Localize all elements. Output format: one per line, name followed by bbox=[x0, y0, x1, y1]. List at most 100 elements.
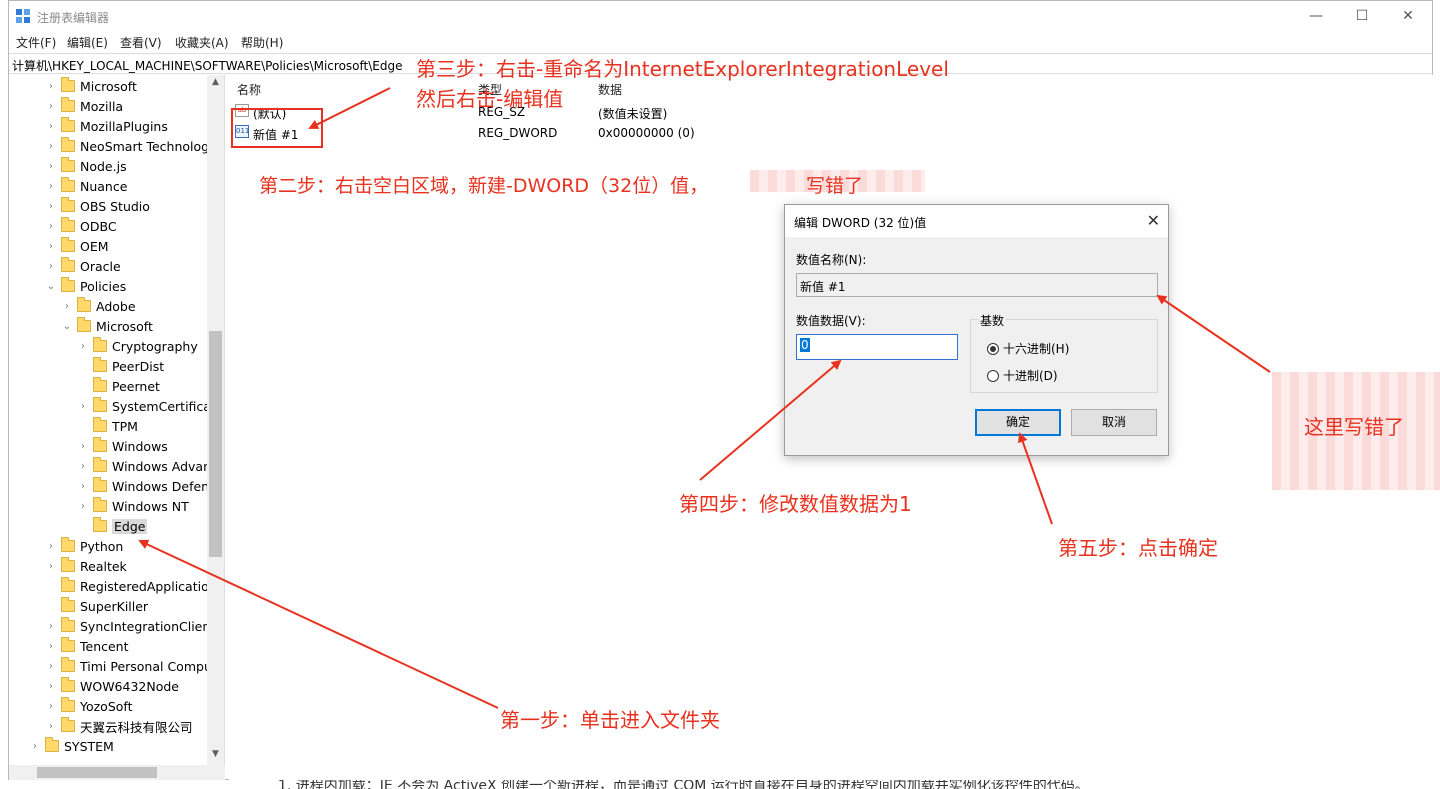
chevron-right-icon[interactable]: › bbox=[77, 501, 89, 512]
chevron-down-icon[interactable]: ⌄ bbox=[61, 321, 73, 332]
value-data-input[interactable]: 0 bbox=[796, 334, 958, 360]
tree-item[interactable]: › Timi Personal Comput bbox=[45, 656, 217, 676]
key-tree[interactable]: › Microsoft › Mozilla › MozillaPlugins › NeoSma… bbox=[9, 75, 225, 780]
menu-view[interactable]: 查看(V) bbox=[120, 34, 162, 51]
tree-item-label: Policies bbox=[80, 278, 127, 294]
close-button[interactable]: ✕ bbox=[1385, 1, 1431, 31]
tree-item[interactable]: › MozillaPlugins bbox=[45, 116, 168, 136]
chevron-right-icon[interactable]: › bbox=[45, 261, 57, 272]
maximize-button[interactable]: ☐ bbox=[1339, 1, 1385, 31]
chevron-right-icon[interactable]: › bbox=[45, 561, 57, 572]
tree-item[interactable]: SuperKiller bbox=[45, 596, 148, 616]
chevron-right-icon[interactable]: › bbox=[77, 441, 89, 452]
tree-item[interactable]: › Cryptography bbox=[77, 336, 198, 356]
tree-item[interactable]: › Oracle bbox=[45, 256, 121, 276]
chevron-right-icon[interactable]: › bbox=[45, 201, 57, 212]
value-row-new-dword[interactable]: 011 新值 #1 REG_DWORD 0x00000000 (0) bbox=[235, 124, 835, 142]
dialog-close-icon[interactable]: ✕ bbox=[1147, 211, 1160, 230]
tree-horizontal-scrollbar[interactable] bbox=[9, 765, 225, 780]
tree-item[interactable]: Peernet bbox=[77, 376, 160, 396]
tree-item[interactable]: › SYSTEM bbox=[29, 736, 114, 756]
tree-item[interactable]: › Nuance bbox=[45, 176, 127, 196]
chevron-right-icon[interactable]: › bbox=[77, 481, 89, 492]
tree-item[interactable]: ⌄ Microsoft bbox=[61, 316, 153, 336]
chevron-right-icon[interactable]: › bbox=[77, 401, 89, 412]
chevron-right-icon[interactable]: › bbox=[45, 81, 57, 92]
chevron-right-icon[interactable]: › bbox=[45, 701, 57, 712]
dec-radio[interactable]: 十进制(D) bbox=[987, 367, 1058, 384]
folder-icon bbox=[77, 317, 91, 332]
folder-icon bbox=[61, 177, 75, 192]
menu-help[interactable]: 帮助(H) bbox=[241, 34, 283, 51]
chevron-right-icon[interactable]: › bbox=[29, 741, 41, 752]
column-name[interactable]: 名称 bbox=[237, 81, 261, 98]
address-path[interactable]: 计算机\HKEY_LOCAL_MACHINE\SOFTWARE\Policies… bbox=[12, 57, 402, 74]
tree-item[interactable]: › Windows NT bbox=[77, 496, 189, 516]
chevron-right-icon[interactable]: › bbox=[45, 541, 57, 552]
column-data[interactable]: 数据 bbox=[598, 81, 622, 98]
tree-item[interactable]: › Adobe bbox=[61, 296, 136, 316]
tree-item-label: Oracle bbox=[80, 258, 121, 274]
tree-item[interactable]: › ODBC bbox=[45, 216, 117, 236]
tree-item[interactable]: PeerDist bbox=[77, 356, 164, 376]
chevron-right-icon[interactable]: › bbox=[45, 641, 57, 652]
menu-favorites[interactable]: 收藏夹(A) bbox=[175, 34, 229, 51]
tree-item[interactable]: › Windows Advanc bbox=[77, 456, 218, 476]
tree-item[interactable]: › YozoSoft bbox=[45, 696, 133, 716]
chevron-right-icon[interactable]: › bbox=[45, 161, 57, 172]
chevron-right-icon[interactable]: › bbox=[77, 341, 89, 352]
step2-annotation: 第二步：右击空白区域，新建-DWORD（32位）值， bbox=[259, 175, 709, 197]
tree-item[interactable]: › SyncIntegrationClients bbox=[45, 616, 222, 636]
tree-item[interactable]: › Realtek bbox=[45, 556, 127, 576]
title-bar[interactable]: 注册表编辑器 — ☐ ✕ bbox=[9, 1, 1432, 31]
chevron-right-icon[interactable]: › bbox=[45, 181, 57, 192]
folder-icon bbox=[61, 117, 75, 132]
tree-item[interactable]: Edge bbox=[77, 516, 148, 536]
tree-item[interactable]: › Mozilla bbox=[45, 96, 123, 116]
chevron-right-icon[interactable]: › bbox=[77, 461, 89, 472]
chevron-right-icon[interactable]: › bbox=[45, 681, 57, 692]
tree-item[interactable]: › OEM bbox=[45, 236, 109, 256]
tree-item[interactable]: › NeoSmart Technologi bbox=[45, 136, 213, 156]
chevron-right-icon[interactable]: › bbox=[45, 121, 57, 132]
tree-item[interactable]: RegisteredApplication bbox=[45, 576, 217, 596]
chevron-right-icon[interactable]: › bbox=[45, 721, 57, 732]
tree-item[interactable]: ⌄ Policies bbox=[45, 276, 126, 296]
chevron-right-icon[interactable]: › bbox=[45, 141, 57, 152]
tree-item[interactable]: › 天翼云科技有限公司 bbox=[45, 716, 193, 736]
dialog-title-bar[interactable]: 编辑 DWORD (32 位)值 ✕ bbox=[785, 205, 1168, 237]
chevron-right-icon[interactable]: › bbox=[45, 241, 57, 252]
chevron-right-icon[interactable]: › bbox=[45, 101, 57, 112]
cancel-button[interactable]: 取消 bbox=[1071, 409, 1157, 436]
tree-item[interactable]: › OBS Studio bbox=[45, 196, 150, 216]
folder-icon bbox=[77, 297, 91, 312]
tree-item[interactable]: › Python bbox=[45, 536, 123, 556]
scroll-down-icon[interactable]: ▼ bbox=[207, 749, 224, 765]
chevron-right-icon[interactable]: › bbox=[45, 661, 57, 672]
chevron-down-icon[interactable]: ⌄ bbox=[45, 281, 57, 292]
tree-item[interactable]: › Microsoft bbox=[45, 76, 137, 96]
folder-icon bbox=[93, 357, 107, 372]
tree-scroll-thumb[interactable] bbox=[209, 331, 222, 557]
folder-icon bbox=[93, 417, 107, 432]
chevron-right-icon[interactable]: › bbox=[61, 301, 73, 312]
hex-radio[interactable]: 十六进制(H) bbox=[987, 340, 1069, 357]
screenshot-root: 1. 进程内加载：IE 不会为 ActiveX 创建一个新进程，而是通过 COM… bbox=[0, 0, 1440, 789]
ok-button[interactable]: 确定 bbox=[975, 409, 1061, 436]
tree-hscroll-thumb[interactable] bbox=[37, 767, 157, 778]
scroll-up-icon[interactable]: ▲ bbox=[207, 77, 224, 93]
tree-item[interactable]: › Node.js bbox=[45, 156, 127, 176]
menu-edit[interactable]: 编辑(E) bbox=[67, 34, 108, 51]
tree-item[interactable]: › WOW6432Node bbox=[45, 676, 179, 696]
tree-item[interactable]: › Tencent bbox=[45, 636, 129, 656]
tree-vertical-scrollbar[interactable]: ▲ ▼ bbox=[207, 75, 224, 765]
chevron-right-icon[interactable]: › bbox=[45, 221, 57, 232]
chevron-right-icon[interactable]: › bbox=[45, 621, 57, 632]
tree-item[interactable]: › Windows bbox=[77, 436, 168, 456]
tree-item[interactable]: › SystemCertificate bbox=[77, 396, 224, 416]
minimize-button[interactable]: — bbox=[1293, 1, 1339, 31]
folder-icon bbox=[61, 617, 75, 632]
menu-file[interactable]: 文件(F) bbox=[16, 34, 56, 51]
tree-item[interactable]: › Windows Defenc bbox=[77, 476, 216, 496]
tree-item[interactable]: TPM bbox=[77, 416, 138, 436]
